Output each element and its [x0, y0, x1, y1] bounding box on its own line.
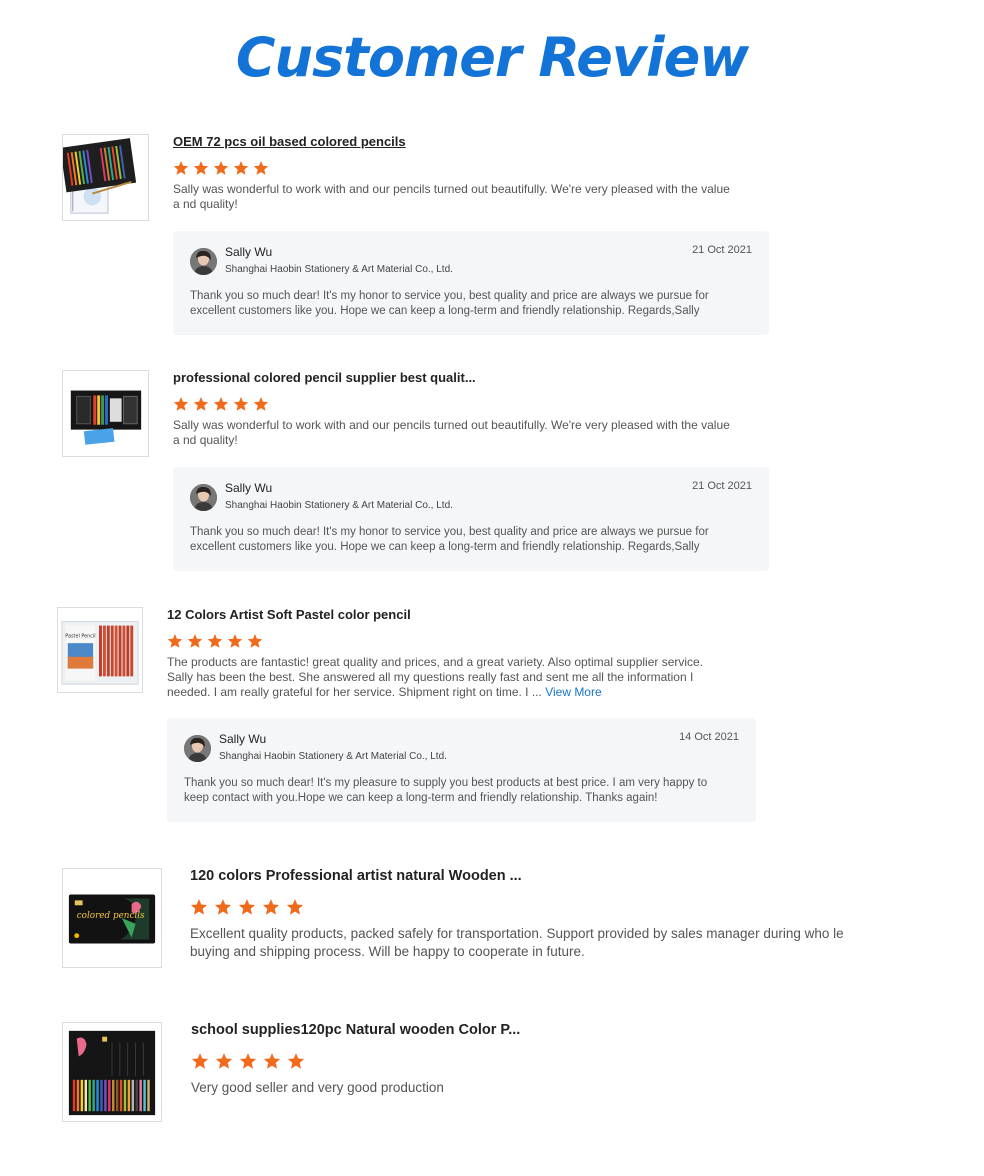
rating-stars — [191, 1052, 311, 1070]
star-icon — [253, 160, 269, 176]
page-title: Customer Review — [235, 26, 749, 89]
reply-text: Thank you so much dear! It's my honor to… — [190, 290, 709, 317]
review-text: Very good seller and very good productio… — [191, 1080, 444, 1095]
seller-reply: Sally Wu Shanghai Haobin Stationery & Ar… — [173, 467, 769, 571]
reply-text: Thank you so much dear! It's my honor to… — [190, 526, 709, 553]
review-text: Excellent quality products, packed safel… — [190, 926, 844, 959]
star-icon — [193, 160, 209, 176]
thumb-label: colored pencils — [77, 911, 145, 921]
seller-avatar — [184, 735, 211, 762]
star-icon — [173, 160, 189, 176]
product-title[interactable]: OEM 72 pcs oil based colored pencils — [173, 134, 406, 149]
seller-reply: Sally Wu Shanghai Haobin Stationery & Ar… — [167, 718, 756, 822]
star-icon — [193, 396, 209, 412]
star-icon — [187, 633, 203, 649]
review-text-body: The products are fantastic! great qualit… — [167, 655, 704, 699]
seller-company: Shanghai Haobin Stationery & Art Materia… — [219, 751, 447, 762]
product-thumbnail[interactable] — [62, 134, 149, 221]
product-thumbnail[interactable]: Pastel Pencil — [57, 607, 143, 693]
star-icon — [238, 898, 256, 916]
seller-avatar — [190, 484, 217, 511]
star-icon — [167, 633, 183, 649]
star-icon — [173, 396, 189, 412]
rating-stars — [167, 633, 267, 649]
view-more-link[interactable]: View More — [545, 685, 601, 699]
reply-date: 21 Oct 2021 — [692, 244, 752, 256]
product-title[interactable]: professional colored pencil supplier bes… — [173, 370, 476, 385]
seller-company: Shanghai Haobin Stationery & Art Materia… — [225, 264, 453, 275]
product-thumbnail[interactable]: colored pencils — [62, 868, 162, 968]
star-icon — [214, 898, 232, 916]
star-icon — [263, 1052, 281, 1070]
review-text: Sally was wonderful to work with and our… — [173, 418, 730, 447]
star-icon — [207, 633, 223, 649]
seller-company: Shanghai Haobin Stationery & Art Materia… — [225, 500, 453, 511]
star-icon — [262, 898, 280, 916]
product-thumbnail[interactable] — [62, 370, 149, 457]
seller-name: Sally Wu — [225, 245, 273, 259]
seller-name: Sally Wu — [225, 481, 273, 495]
reply-date: 14 Oct 2021 — [679, 731, 739, 743]
star-icon — [227, 633, 243, 649]
star-icon — [215, 1052, 233, 1070]
star-icon — [191, 1052, 209, 1070]
seller-reply: Sally Wu Shanghai Haobin Stationery & Ar… — [173, 231, 769, 335]
product-title[interactable]: school supplies120pc Natural wooden Colo… — [191, 1022, 520, 1038]
review-text: Sally was wonderful to work with and our… — [173, 182, 730, 211]
product-title[interactable]: 120 colors Professional artist natural W… — [190, 868, 522, 884]
star-icon — [190, 898, 208, 916]
seller-avatar — [190, 248, 217, 275]
star-icon — [253, 396, 269, 412]
thumb-label: Pastel Pencil — [65, 633, 95, 639]
star-icon — [213, 396, 229, 412]
seller-name: Sally Wu — [219, 732, 267, 746]
star-icon — [286, 898, 304, 916]
star-icon — [213, 160, 229, 176]
rating-stars — [190, 898, 310, 916]
rating-stars — [173, 160, 273, 176]
review-text: The products are fantastic! great qualit… — [167, 655, 725, 700]
star-icon — [247, 633, 263, 649]
rating-stars — [173, 396, 273, 412]
star-icon — [233, 160, 249, 176]
reply-date: 21 Oct 2021 — [692, 480, 752, 492]
star-icon — [233, 396, 249, 412]
reply-text: Thank you so much dear! It's my pleasure… — [184, 777, 708, 804]
product-thumbnail[interactable] — [62, 1022, 162, 1122]
product-title[interactable]: 12 Colors Artist Soft Pastel color penci… — [167, 607, 411, 622]
star-icon — [287, 1052, 305, 1070]
star-icon — [239, 1052, 257, 1070]
